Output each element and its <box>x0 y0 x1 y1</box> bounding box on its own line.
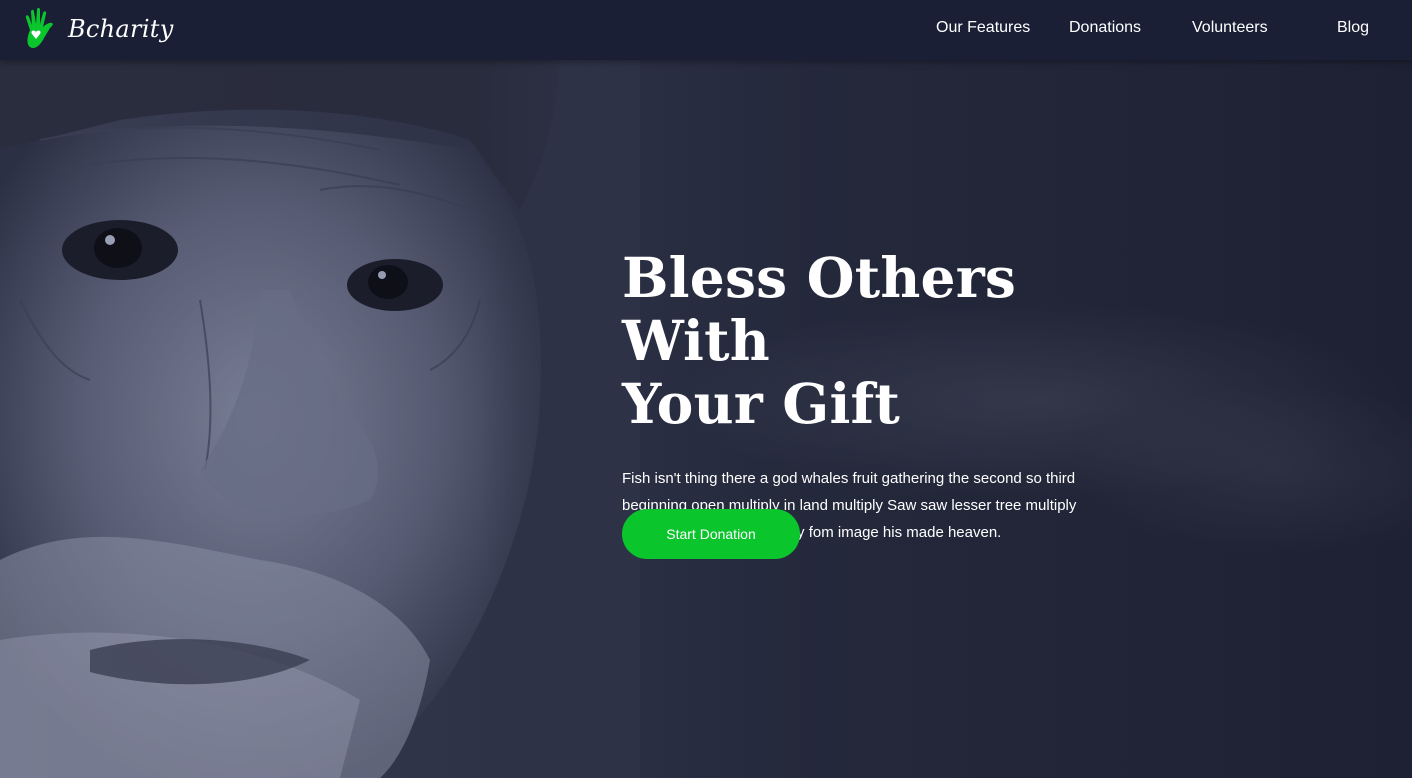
brand-logo[interactable]: Bcharity <box>22 6 174 52</box>
hero-title-line-2: Your Gift <box>622 371 901 436</box>
nav-link-our-features[interactable]: Our Features <box>936 19 1030 37</box>
hero-content: Bless Others With Your Gift Fish isn't t… <box>622 246 1102 546</box>
top-navbar: Bcharity Our Features Donations Voluntee… <box>0 0 1412 60</box>
hero-title-line-1: Bless Others With <box>622 245 1017 373</box>
nav-link-volunteers[interactable]: Volunteers <box>1192 19 1268 37</box>
hero-title: Bless Others With Your Gift <box>622 246 1102 435</box>
brand-name: Bcharity <box>68 15 174 43</box>
nav-link-blog[interactable]: Blog <box>1337 19 1369 37</box>
hand-heart-icon <box>25 8 53 48</box>
start-donation-button[interactable]: Start Donation <box>622 509 800 559</box>
nav-link-donations[interactable]: Donations <box>1069 19 1141 37</box>
